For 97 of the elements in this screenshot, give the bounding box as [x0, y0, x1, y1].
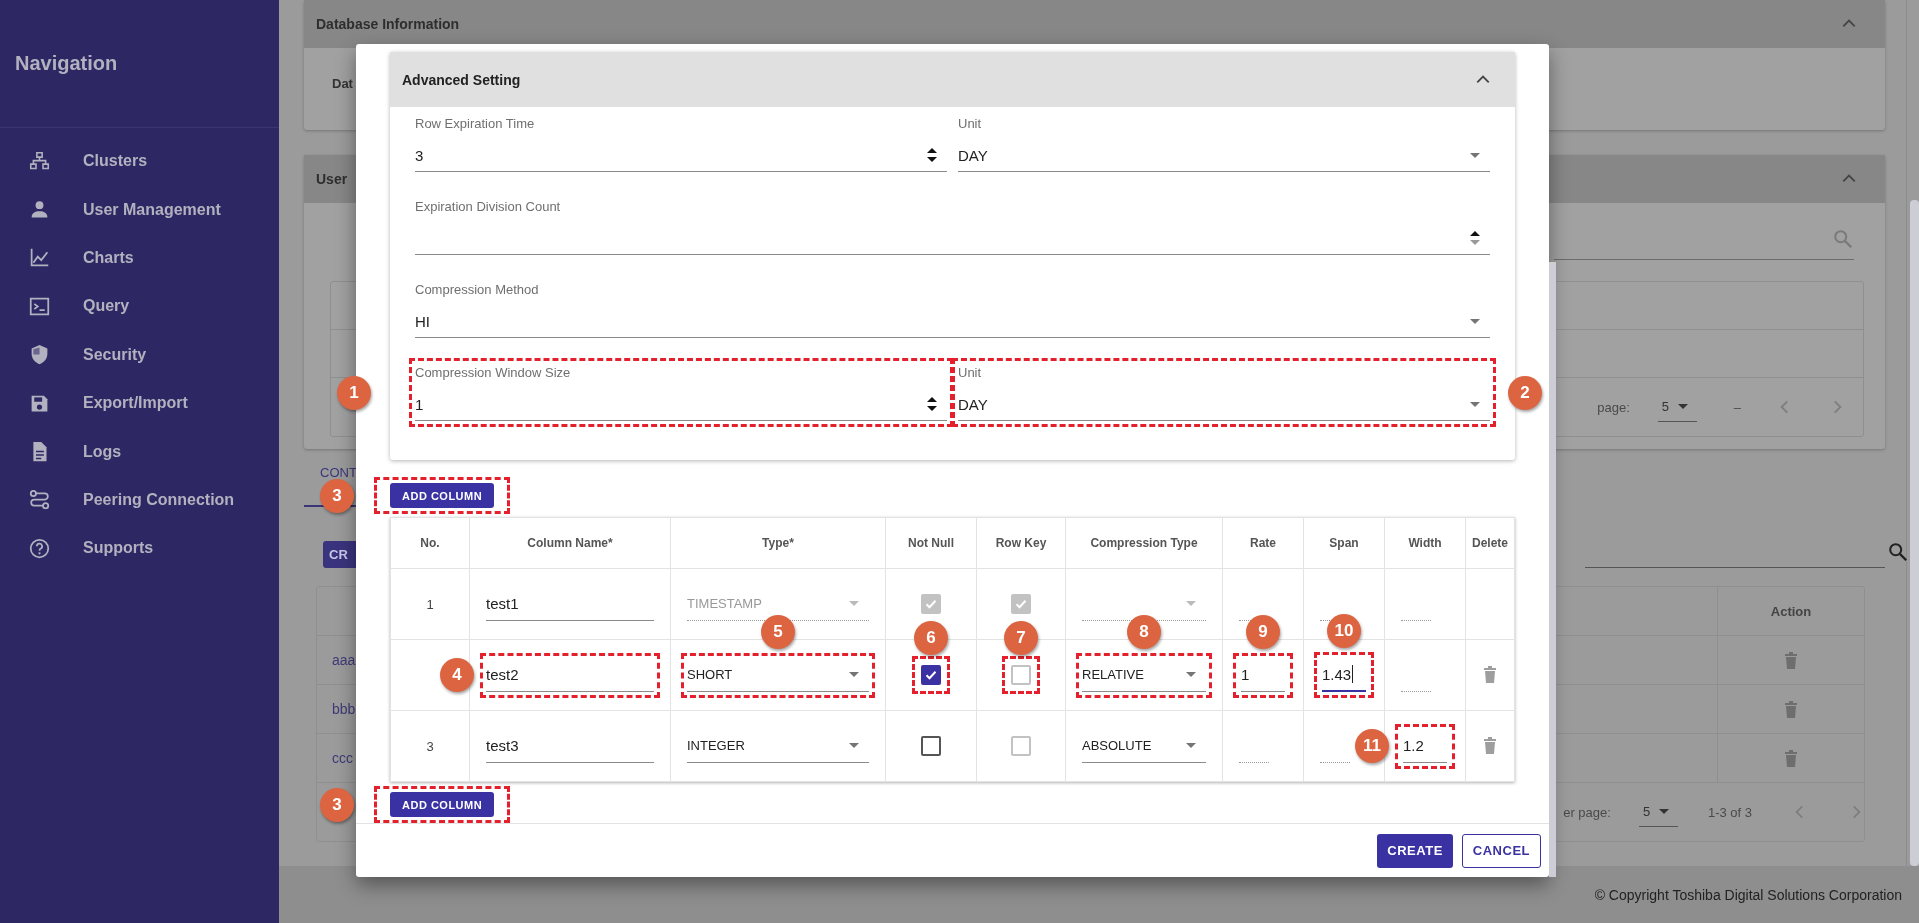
text-cursor [1352, 665, 1354, 683]
card-title: User [316, 171, 348, 187]
nav-item[interactable]: Charts [0, 233, 279, 283]
shield-icon [29, 344, 50, 366]
search-icon [1832, 228, 1854, 250]
search-icon [1887, 541, 1909, 563]
callout-badge: 2 [1508, 375, 1542, 410]
caret-icon [1186, 601, 1196, 606]
caret-icon [1186, 672, 1196, 677]
select-field[interactable]: HI [415, 305, 1490, 338]
column-header: No. [420, 536, 440, 550]
column-header: Delete [1472, 536, 1508, 550]
table-link[interactable]: ccc [332, 750, 353, 766]
column-header: Action [1770, 603, 1812, 619]
select-field[interactable]: DAY [958, 388, 1490, 421]
field-label: Dat [332, 76, 353, 91]
spinner-icon [927, 396, 937, 412]
highlight-frame [1395, 723, 1455, 769]
trash-icon[interactable] [1784, 700, 1798, 718]
trash-icon[interactable] [1784, 749, 1798, 767]
column-header: Row Key [995, 536, 1047, 550]
sidebar-title: Navigation [15, 52, 118, 75]
cancel-button[interactable]: CANCEL [1461, 833, 1541, 868]
caret-icon [1678, 404, 1688, 409]
callout-badge: 9 [1246, 614, 1280, 649]
row-number: 1 [426, 597, 434, 612]
number-field[interactable]: 1 [415, 388, 947, 421]
trash-icon[interactable] [1784, 651, 1798, 669]
column-header: Rate [1250, 536, 1276, 550]
field-label: Compression Window Size [415, 364, 572, 382]
nav-item[interactable]: User Management [0, 185, 279, 234]
nav-item[interactable]: Security [0, 330, 279, 379]
field-label: Row Expiration Time [415, 115, 536, 133]
trash-icon[interactable] [1483, 735, 1497, 754]
caret-icon [1470, 401, 1480, 407]
field-label: Compression Method [415, 281, 540, 299]
highlight-frame [1314, 652, 1374, 698]
number-field[interactable]: 3 [415, 139, 947, 172]
route-icon [29, 489, 50, 511]
caret-icon [1186, 743, 1196, 748]
terminal-icon [29, 295, 50, 317]
callout-badge: 6 [914, 621, 948, 655]
table-link[interactable]: aaa [332, 652, 356, 668]
column-header: Not Null [908, 536, 954, 550]
caret-icon [849, 743, 859, 748]
add-column-button[interactable]: ADD COLUMN [390, 483, 495, 508]
caret-icon [849, 601, 859, 606]
line-chart-icon [29, 247, 50, 269]
column-header: Compression Type [1090, 536, 1198, 550]
panel-header[interactable]: Advanced Setting [390, 52, 1515, 107]
trash-icon[interactable] [1483, 664, 1497, 683]
callout-badge: 5 [761, 614, 795, 649]
highlight-frame [1002, 656, 1040, 694]
card-title: Database Information [316, 16, 460, 32]
callout-badge: 10 [1327, 614, 1361, 648]
nav-item[interactable]: Clusters [0, 137, 279, 186]
spinner-icon [927, 147, 937, 163]
caret-icon [849, 672, 859, 677]
pagination-label: page: [1597, 399, 1630, 415]
column-header: Type* [762, 536, 794, 550]
highlight-frame [912, 656, 950, 694]
column-header: Span [1329, 536, 1359, 550]
pagination-label: er page: [1563, 804, 1611, 820]
nav-item[interactable]: Query [0, 282, 279, 331]
checkbox[interactable] [921, 665, 941, 685]
callout-badge: 11 [1355, 729, 1389, 763]
row-number: 3 [426, 739, 434, 754]
add-column-button[interactable]: ADD COLUMN [390, 792, 495, 817]
field-label: Unit [958, 364, 983, 382]
page-range: – [1733, 399, 1741, 415]
help-icon [29, 537, 50, 559]
caret-icon [1470, 152, 1480, 158]
field-label: Unit [958, 115, 983, 133]
create-button[interactable]: CREATE [1377, 833, 1453, 868]
nav-item[interactable]: Export/Import [0, 378, 279, 428]
copyright-text: © Copyright Toshiba Digital Solutions Corporation [1594, 886, 1902, 903]
nav-item[interactable]: Peering Connection [0, 475, 279, 525]
column-header: Width [1408, 536, 1442, 550]
checkbox[interactable] [921, 736, 941, 756]
rows-per-page-select[interactable]: 5 [1638, 797, 1678, 827]
table-link[interactable]: bbb [332, 701, 356, 717]
caret-icon [1659, 809, 1670, 814]
caret-icon [1470, 318, 1480, 324]
callout-badge: 4 [440, 658, 474, 692]
select-field[interactable]: DAY [958, 139, 1490, 172]
nav-item[interactable]: Supports [0, 524, 279, 573]
highlight-frame [1233, 652, 1293, 698]
checkmark-icon [924, 668, 938, 682]
field-label: Expiration Division Count [415, 198, 562, 216]
callout-badge: 7 [1004, 621, 1038, 655]
callout-badge: 8 [1127, 614, 1161, 649]
nav-item[interactable]: Logs [0, 427, 279, 476]
column-header: Column Name* [527, 536, 613, 550]
network-icon [29, 150, 50, 172]
rows-per-page-select[interactable]: 5 [1657, 392, 1697, 422]
page-range: 1-3 of 3 [1707, 804, 1752, 820]
spinner-icon [1470, 230, 1480, 246]
